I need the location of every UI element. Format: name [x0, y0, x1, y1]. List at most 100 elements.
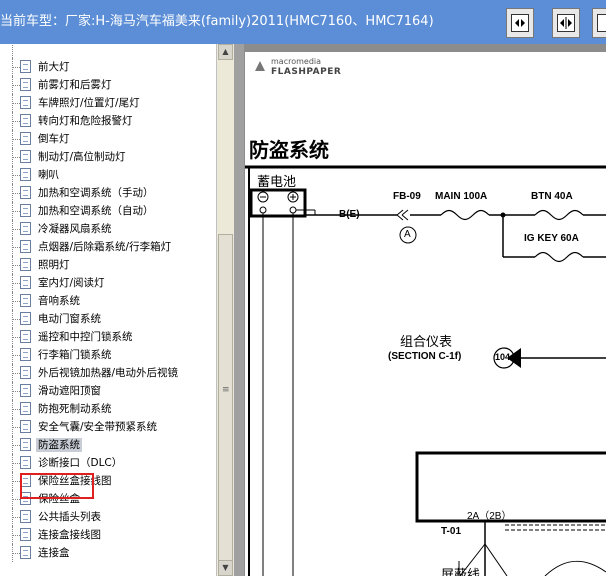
tree-item-label: 遥控和中控门锁系统: [38, 331, 133, 343]
tree-item[interactable]: 前大灯: [0, 58, 216, 76]
igkey-fuse-label: IG KEY 60A: [524, 233, 579, 244]
tree-item[interactable]: 倒车灯: [0, 130, 216, 148]
single-page-button[interactable]: [506, 8, 534, 38]
tree-scrollbar[interactable]: ▲ ▼: [216, 44, 234, 576]
document-icon: [20, 150, 31, 163]
tree-item-label: 点烟器/后除霜系统/行李箱灯: [38, 241, 172, 253]
tree-item[interactable]: 加热和空调系统（自动）: [0, 202, 216, 220]
tree-item[interactable]: 公共插头列表: [0, 508, 216, 526]
ref-104-label: 104: [495, 352, 511, 362]
tree-item-label: 外后视镜加热器/电动外后视镜: [38, 367, 179, 379]
tree-item-label: 转向灯和危险报警灯: [38, 115, 133, 127]
document-icon: [20, 384, 31, 397]
tree-item[interactable]: 防盗系统: [0, 436, 216, 454]
document-icon: [20, 456, 31, 469]
tree-item-label: 公共插头列表: [38, 511, 101, 523]
tree-item[interactable]: 音响系统: [0, 292, 216, 310]
two-page-button[interactable]: [552, 8, 580, 38]
tree-connector-branch: [12, 481, 20, 482]
tree-connector-branch: [12, 499, 20, 500]
document-icon: [20, 510, 31, 523]
circle-a-label: A: [404, 229, 411, 240]
tree-connector-branch: [12, 427, 20, 428]
tree-connector-branch: [12, 319, 20, 320]
tree-item[interactable]: 连接盒: [0, 544, 216, 562]
tree-item[interactable]: 室内灯/阅读灯: [0, 274, 216, 292]
tree-item[interactable]: 防抱死制动系统: [0, 400, 216, 418]
tree-connector-branch: [12, 463, 20, 464]
document-icon: [20, 348, 31, 361]
tree-connector-branch: [12, 373, 20, 374]
tree-item[interactable]: 遥控和中控门锁系统: [0, 328, 216, 346]
single-page-icon: [511, 14, 529, 32]
tree-item[interactable]: 行李箱门锁系统: [0, 346, 216, 364]
tree-item[interactable]: 转向灯和危险报警灯: [0, 112, 216, 130]
document-icon: [20, 420, 31, 433]
document-icon: [20, 168, 31, 181]
be-wire-label: B(E): [339, 209, 360, 220]
cluster-label: 组合仪表: [400, 335, 453, 350]
viewer-edge: [234, 44, 244, 576]
tree-connector: [12, 44, 25, 58]
scroll-thumb[interactable]: [218, 234, 233, 562]
document-icon: [20, 330, 31, 343]
tree-item[interactable]: 滑动遮阳顶窗: [0, 382, 216, 400]
fuse-igkey: [534, 251, 584, 263]
tree-connector-branch: [12, 193, 20, 194]
main-fuse-label: MAIN 100A: [435, 191, 488, 202]
tree-item[interactable]: 喇叭: [0, 166, 216, 184]
cluster-box: [415, 451, 606, 523]
tree-item-label: 倒车灯: [38, 133, 70, 145]
btn-fuse-label: BTN 40A: [531, 191, 573, 202]
document-icon: [20, 258, 31, 271]
tree-connector-branch: [12, 103, 20, 104]
tree-item-label: 安全气囊/安全带预紧系统: [38, 421, 158, 433]
document-icon: [20, 528, 31, 541]
tree-connector-branch: [12, 409, 20, 410]
fit-page-button[interactable]: [592, 8, 606, 38]
tree-item[interactable]: 连接盒接线图: [0, 526, 216, 544]
tree-item[interactable]: 加热和空调系统（手动）: [0, 184, 216, 202]
two-page-icon: [557, 14, 575, 32]
tree-item[interactable]: 安全气囊/安全带预紧系统: [0, 418, 216, 436]
tree-connector-branch: [12, 67, 20, 68]
tree-connector-branch: [12, 265, 20, 266]
tree-item[interactable]: 照明灯: [0, 256, 216, 274]
tree-connector-branch: [12, 247, 20, 248]
tree-connector-branch: [12, 337, 20, 338]
document-icon: [20, 186, 31, 199]
tree-connector-branch: [12, 175, 20, 176]
tree-item[interactable]: 外后视镜加热器/电动外后视镜: [0, 364, 216, 382]
title-bar: 当前车型：厂家:H-海马汽车福美来(family)2011(HMC7160、HM…: [0, 0, 606, 45]
fuse-main: [440, 209, 490, 221]
tree-item-label: 连接盒: [38, 547, 70, 559]
tree-item-label: 冷凝器风扇系统: [38, 223, 112, 235]
tree-item[interactable]: 点烟器/后除霜系统/行李箱灯: [0, 238, 216, 256]
document-icon: [20, 114, 31, 127]
tree-item[interactable]: 制动灯/高位制动灯: [0, 148, 216, 166]
document-icon: [20, 204, 31, 217]
tree-item[interactable]: 前雾灯和后雾灯: [0, 76, 216, 94]
tree-connector-branch: [12, 229, 20, 230]
tree-connector-branch: [12, 301, 20, 302]
battery-label: 蓄电池: [257, 175, 297, 190]
document-viewer[interactable]: macromedia FLASHPAPER 防盗系统 蓄电池 FB-09 MAI…: [234, 44, 606, 576]
tree-connector-branch: [12, 283, 20, 284]
tree-item[interactable]: 冷凝器风扇系统: [0, 220, 216, 238]
tree-connector-branch: [12, 445, 20, 446]
page-title: 防盗系统: [249, 138, 329, 162]
tree-item-label: 制动灯/高位制动灯: [38, 151, 126, 163]
tree-item-label: 喇叭: [38, 169, 59, 181]
tree-item[interactable]: 诊断接口（DLC）: [0, 454, 216, 472]
tree-item[interactable]: 车牌照灯/位置灯/尾灯: [0, 94, 216, 112]
tree-connector-branch: [12, 157, 20, 158]
tree-item[interactable]: 电动门窗系统: [0, 310, 216, 328]
catalog-tree[interactable]: 前大灯前雾灯和后雾灯 车牌照灯/位置灯/尾灯转向灯和危险报警灯 倒车灯制动灯/高位制…: [0, 44, 216, 576]
tree-item-label: 前大灯: [38, 61, 70, 73]
document-icon: [20, 60, 31, 73]
document-icon: [20, 438, 31, 451]
tree-item-label: 照明灯: [38, 259, 70, 271]
scroll-down-button[interactable]: ▼: [218, 560, 233, 576]
scroll-up-button[interactable]: ▲: [218, 44, 233, 60]
shield-wire-label: 屏蔽线: [441, 568, 481, 576]
